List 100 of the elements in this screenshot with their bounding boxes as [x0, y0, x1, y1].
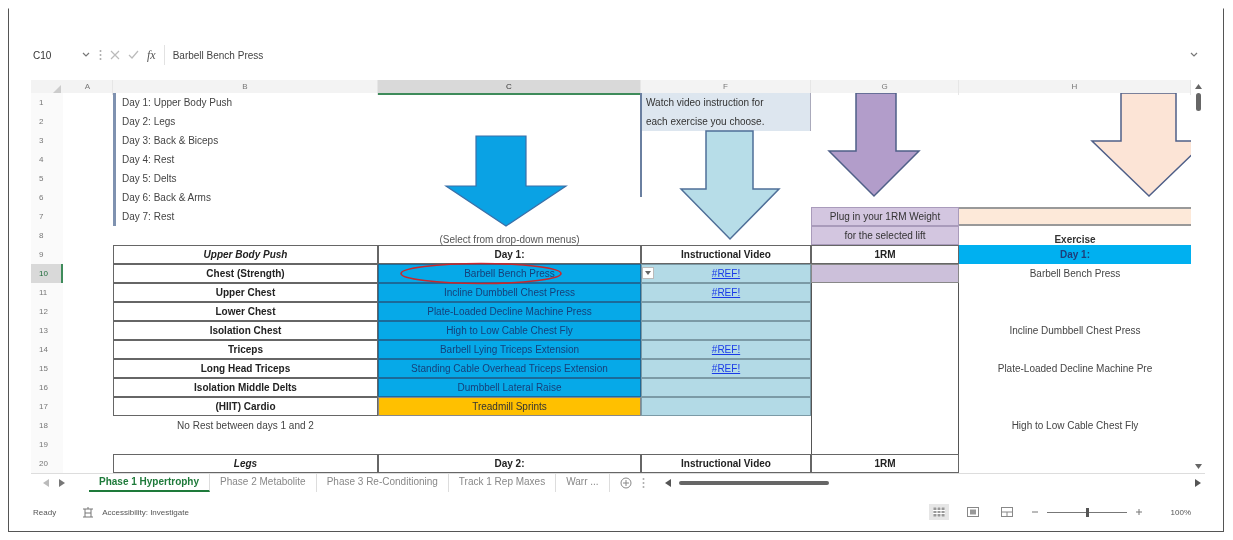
table-cell: Standing Cable Overhead Triceps Extension: [378, 359, 641, 378]
table-cell: High to Low Cable Chest Fly: [378, 321, 641, 340]
zoom-out-icon[interactable]: [1030, 508, 1039, 516]
day-label: Day 7: Rest: [113, 207, 378, 226]
row-header[interactable]: 19: [31, 435, 63, 454]
prompt-cell: Plug in your 1RM Weight: [811, 207, 959, 226]
zoom-level[interactable]: 100%: [1170, 507, 1191, 517]
note-text: Watch video instruction for: [641, 93, 811, 112]
table-cell: Day 2:: [378, 454, 641, 473]
row-header[interactable]: 6: [31, 188, 63, 207]
table-cell: Day 1:: [959, 245, 1191, 264]
row-header[interactable]: 2: [31, 112, 63, 131]
sheet-tab[interactable]: Warr ...: [556, 474, 610, 492]
row-header[interactable]: 13: [31, 321, 63, 340]
sheet-tab[interactable]: Phase 2 Metabolite: [210, 474, 317, 492]
day-label: Day 3: Back & Biceps: [113, 131, 378, 150]
table-cell: Triceps: [113, 340, 378, 359]
sheet-tab[interactable]: Phase 3 Re-Conditioning: [316, 474, 449, 492]
table-cell: Barbell Bench Press: [378, 264, 641, 283]
left-arrow-icon[interactable]: [664, 479, 671, 487]
next-sheet-icon[interactable]: [59, 479, 65, 487]
link[interactable]: #REF!: [711, 344, 741, 355]
table-cell: Dumbbell Lateral Raise: [378, 378, 641, 397]
table-cell: Long Head Triceps: [113, 359, 378, 378]
row-header[interactable]: 4: [31, 150, 63, 169]
accessibility-icon[interactable]: [82, 506, 95, 518]
day-label: Day 6: Back & Arms: [113, 188, 378, 207]
row-header[interactable]: 14: [31, 340, 63, 359]
down-arrow-icon[interactable]: [1194, 464, 1202, 469]
zoom-in-icon[interactable]: [1134, 508, 1143, 516]
sheet-tab[interactable]: Phase 1 Hypertrophy: [89, 474, 211, 492]
column-header[interactable]: C: [378, 80, 641, 95]
table-cell-text: High to Low Cable Chest Fly: [1010, 419, 1140, 433]
link[interactable]: #REF!: [711, 363, 741, 374]
up-arrow-icon[interactable]: [1194, 84, 1202, 89]
normal-view-button[interactable]: [928, 504, 949, 520]
day-label: Day 1: Upper Body Push: [113, 93, 378, 112]
dots-icon: [641, 477, 645, 489]
row-header[interactable]: 12: [31, 302, 63, 321]
table-cell: Plate-Loaded Decline Machine Press: [378, 302, 641, 321]
column-caption: Exercise: [1053, 233, 1097, 245]
table-cell: Instructional Video: [641, 245, 811, 264]
table-cell: Treadmill Sprints: [378, 397, 641, 416]
name-box[interactable]: C10: [31, 49, 73, 61]
check-icon[interactable]: [128, 50, 139, 60]
table-cell-text: No Rest between days 1 and 2: [176, 419, 315, 433]
day-label: Day 2: Legs: [113, 112, 378, 131]
row-header[interactable]: 18: [31, 416, 63, 435]
accessibility-button[interactable]: Accessibility: Investigate: [102, 507, 189, 517]
status-text: Ready: [33, 507, 57, 517]
table-cell: 1RM: [811, 245, 959, 264]
corner-triangle-icon: [53, 85, 61, 93]
input-cell[interactable]: [811, 264, 959, 283]
prompt-cell: for the selected lift: [811, 226, 959, 245]
table-cell-text: Plate-Loaded Decline Machine Pre: [996, 362, 1154, 376]
sheet-tab[interactable]: Track 1 Rep Maxes: [448, 474, 557, 492]
row-header[interactable]: 10: [31, 264, 63, 283]
row-header[interactable]: 16: [31, 378, 63, 397]
row-header[interactable]: 8: [31, 226, 63, 245]
row-header[interactable]: 17: [31, 397, 63, 416]
table-cell: Day 1:: [378, 245, 641, 264]
table-cell: Isolation Middle Delts: [113, 378, 378, 397]
dots-icon: [99, 49, 102, 61]
row-header[interactable]: 20: [31, 454, 63, 473]
table-cell: 1RM: [811, 454, 959, 473]
right-arrow-icon[interactable]: [1195, 479, 1201, 487]
insert-function-button[interactable]: fx: [147, 47, 156, 63]
previous-sheet-icon[interactable]: [43, 479, 49, 487]
link[interactable]: #REF!: [711, 287, 741, 298]
table-cell-text: Incline Dumbbell Chest Press: [1008, 324, 1142, 338]
table-cell: Upper Body Push: [113, 245, 378, 264]
cancel-icon[interactable]: [110, 50, 120, 60]
slider-thumb[interactable]: [1085, 507, 1089, 517]
scroll-thumb[interactable]: [678, 481, 829, 485]
table-cell: Isolation Chest: [113, 321, 378, 340]
row-header[interactable]: 11: [31, 283, 63, 302]
table-cell: Legs: [113, 454, 378, 473]
day-label: Day 4: Rest: [113, 150, 378, 169]
note-text: each exercise you choose.: [641, 112, 811, 131]
row-header[interactable]: 9: [31, 245, 63, 264]
row-header[interactable]: 5: [31, 169, 63, 188]
caret-icon: [645, 271, 651, 275]
row-header[interactable]: 15: [31, 359, 63, 378]
dropdown-button[interactable]: [642, 267, 654, 279]
table-cell: Incline Dumbbell Chest Press: [378, 283, 641, 302]
table-cell: Chest (Strength): [113, 264, 378, 283]
add-sheet-icon[interactable]: [619, 477, 632, 489]
row-header[interactable]: 3: [31, 131, 63, 150]
table-cell: Lower Chest: [113, 302, 378, 321]
table-cell-text: Barbell Bench Press: [1028, 267, 1122, 281]
table-cell: Instructional Video: [641, 454, 811, 473]
table-cell: (HIIT) Cardio: [113, 397, 378, 416]
table-cell: Upper Chest: [113, 283, 378, 302]
day-label: Day 5: Delts: [113, 169, 378, 188]
row-header[interactable]: 1: [31, 93, 63, 112]
scroll-thumb[interactable]: [1195, 93, 1201, 111]
table-cell: Barbell Lying Triceps Extension: [378, 340, 641, 359]
hint-text: (Select from drop-down menus): [438, 233, 581, 245]
link[interactable]: #REF!: [711, 268, 741, 279]
row-header[interactable]: 7: [31, 207, 63, 226]
